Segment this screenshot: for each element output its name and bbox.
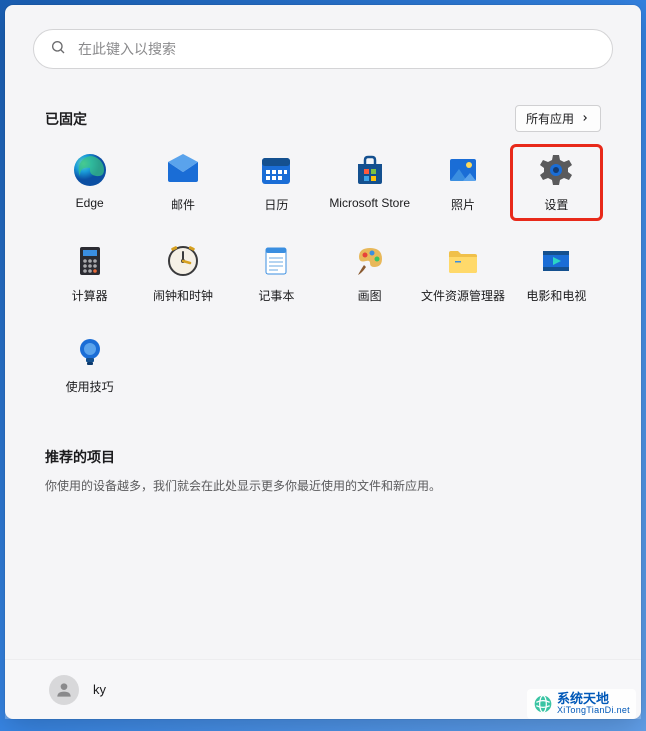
photos-icon (445, 152, 481, 188)
app-label: Microsoft Store (329, 196, 410, 210)
app-edge[interactable]: Edge (45, 146, 134, 219)
pinned-header: 已固定 所有应用 (45, 105, 601, 132)
app-calendar[interactable]: 日历 (232, 146, 321, 219)
app-label: 记事本 (258, 287, 294, 304)
edge-icon (72, 152, 108, 188)
clock-icon (165, 243, 201, 279)
app-store[interactable]: Microsoft Store (325, 146, 414, 219)
user-avatar[interactable] (49, 675, 79, 705)
folder-icon (445, 243, 481, 279)
search-input[interactable] (78, 41, 596, 57)
recommended-title: 推荐的项目 (45, 447, 601, 467)
app-settings[interactable]: 设置 (512, 146, 601, 219)
app-photos[interactable]: 照片 (418, 146, 507, 219)
all-apps-label: 所有应用 (526, 110, 574, 127)
pinned-title: 已固定 (45, 109, 87, 129)
start-menu: 已固定 所有应用 Edge 邮件 (5, 5, 641, 719)
app-tips[interactable]: 使用技巧 (45, 328, 134, 401)
app-label: Edge (76, 196, 104, 210)
recommended-section: 推荐的项目 你使用的设备越多，我们就会在此处显示更多你最近使用的文件和新应用。 (45, 447, 601, 494)
watermark-main: 系统天地 (557, 692, 630, 706)
search-bar[interactable] (33, 29, 613, 69)
notepad-icon (258, 243, 294, 279)
app-label: 计算器 (72, 287, 108, 304)
app-label: 电影和电视 (526, 287, 586, 304)
app-label: 画图 (358, 287, 382, 304)
app-label: 照片 (451, 196, 475, 213)
app-label: 设置 (544, 196, 568, 213)
chevron-right-icon (580, 112, 590, 126)
mail-icon (165, 152, 201, 188)
app-movies[interactable]: 电影和电视 (512, 237, 601, 310)
app-clock[interactable]: 闹钟和时钟 (138, 237, 227, 310)
app-label: 使用技巧 (66, 378, 114, 395)
calendar-icon (258, 152, 294, 188)
globe-icon (533, 694, 553, 714)
app-explorer[interactable]: 文件资源管理器 (418, 237, 507, 310)
gear-icon (538, 152, 574, 188)
person-icon (54, 680, 74, 700)
watermark-sub: XiTongTianDi.net (557, 706, 630, 716)
app-notepad[interactable]: 记事本 (232, 237, 321, 310)
calculator-icon (72, 243, 108, 279)
paint-icon (352, 243, 388, 279)
app-label: 闹钟和时钟 (153, 287, 213, 304)
app-calculator[interactable]: 计算器 (45, 237, 134, 310)
store-icon (352, 152, 388, 188)
lightbulb-icon (72, 334, 108, 370)
all-apps-button[interactable]: 所有应用 (515, 105, 601, 132)
movies-icon (538, 243, 574, 279)
content-area: 已固定 所有应用 Edge 邮件 (5, 87, 641, 659)
search-icon (50, 39, 66, 60)
username[interactable]: ky (93, 682, 106, 697)
app-paint[interactable]: 画图 (325, 237, 414, 310)
app-label: 文件资源管理器 (421, 287, 505, 304)
recommended-empty-text: 你使用的设备越多，我们就会在此处显示更多你最近使用的文件和新应用。 (45, 477, 601, 494)
app-mail[interactable]: 邮件 (138, 146, 227, 219)
watermark: 系统天地 XiTongTianDi.net (527, 689, 636, 719)
pinned-app-grid: Edge 邮件 日历 Microsoft Store (45, 146, 601, 401)
app-label: 邮件 (171, 196, 195, 213)
app-label: 日历 (264, 196, 288, 213)
